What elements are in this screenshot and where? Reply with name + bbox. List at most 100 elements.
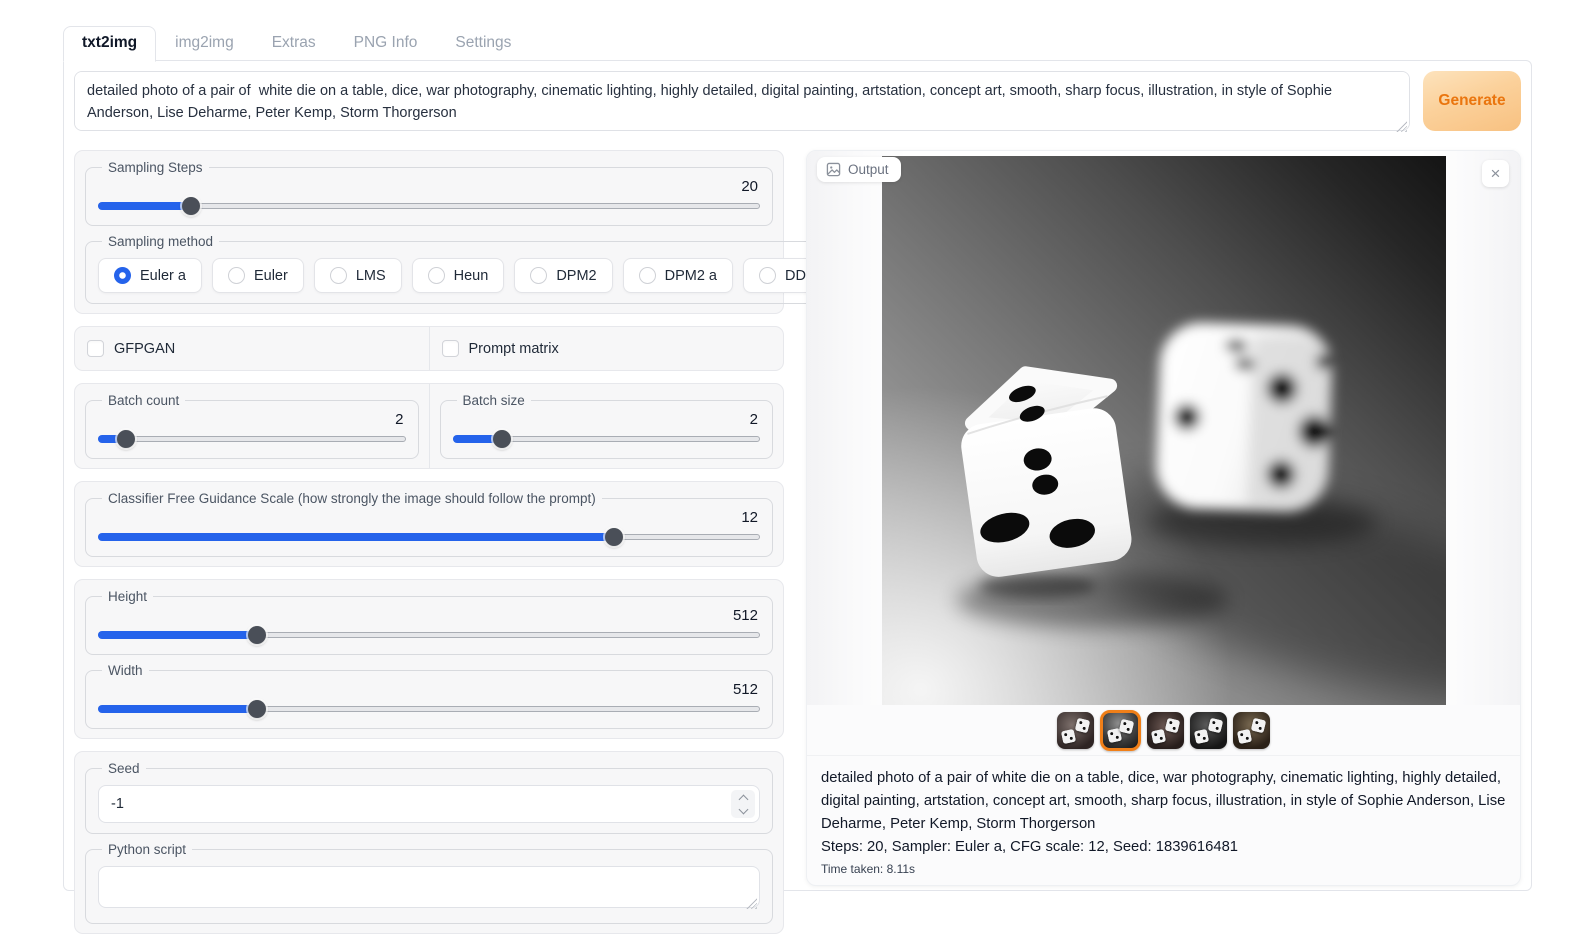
prompt-input[interactable]: detailed photo of a pair of white die on…: [74, 71, 1410, 131]
thumbnail-4[interactable]: [1190, 712, 1227, 749]
sampling-method-label: Sampling method: [102, 234, 219, 249]
thumbnail-3[interactable]: [1147, 712, 1184, 749]
python-script-input[interactable]: [98, 866, 760, 908]
batch-size-value: 2: [453, 411, 759, 428]
caption-prompt: detailed photo of a pair of white die on…: [821, 767, 1506, 836]
radio-icon: [759, 267, 776, 284]
python-script-group: Python script: [85, 842, 773, 924]
batch-size-group: Batch size 2: [440, 393, 774, 459]
height-label: Height: [102, 589, 153, 604]
tab-img2img[interactable]: img2img: [156, 26, 253, 61]
radio-label: LMS: [356, 268, 386, 284]
sampling-steps-group: Sampling Steps 20: [85, 160, 773, 226]
tab-png-info[interactable]: PNG Info: [335, 26, 437, 61]
slider-thumb[interactable]: [605, 528, 623, 546]
output-panel: Output ×: [806, 150, 1521, 886]
radio-label: Euler a: [140, 268, 186, 284]
slider-thumb[interactable]: [248, 700, 266, 718]
cfg-slider[interactable]: [98, 528, 760, 546]
generated-image-stage: [807, 151, 1520, 705]
toggles-panel: GFPGAN Prompt matrix: [74, 326, 784, 371]
slider-thumb[interactable]: [493, 430, 511, 448]
spinner-down-icon[interactable]: [738, 804, 748, 814]
slider-thumb[interactable]: [182, 197, 200, 215]
cfg-panel: Classifier Free Guidance Scale (how stro…: [74, 481, 784, 567]
generation-info: detailed photo of a pair of white die on…: [807, 755, 1520, 876]
batch-size-label: Batch size: [457, 393, 531, 408]
tab-txt2img[interactable]: txt2img: [63, 26, 156, 62]
batch-count-value: 2: [98, 411, 404, 428]
size-panel: Height 512 Width 512: [74, 579, 784, 739]
width-slider[interactable]: [98, 700, 760, 718]
sampling-steps-value: 20: [98, 178, 758, 195]
batch-size-slider[interactable]: [453, 430, 761, 448]
slider-thumb[interactable]: [117, 430, 135, 448]
radio-dpm2[interactable]: DPM2: [514, 258, 612, 293]
output-column: Output ×: [806, 150, 1521, 946]
radio-heun[interactable]: Heun: [412, 258, 505, 293]
radio-lms[interactable]: LMS: [314, 258, 402, 293]
radio-label: DPM2: [556, 268, 596, 284]
checkbox-label: Prompt matrix: [469, 341, 559, 357]
seed-label: Seed: [102, 761, 146, 776]
thumbnail-5[interactable]: [1233, 712, 1270, 749]
settings-column: Sampling Steps 20 Sampling method Euler …: [74, 150, 784, 946]
batch-count-group: Batch count 2: [85, 393, 419, 459]
checkbox-label: GFPGAN: [114, 341, 175, 357]
checkbox-icon: [87, 340, 104, 357]
radio-icon: [330, 267, 347, 284]
close-icon[interactable]: ×: [1482, 160, 1509, 187]
width-label: Width: [102, 663, 149, 678]
checkbox-icon: [442, 340, 459, 357]
sampling-steps-label: Sampling Steps: [102, 160, 209, 175]
radio-icon: [639, 267, 656, 284]
height-slider[interactable]: [98, 626, 760, 644]
radio-dpm2-a[interactable]: DPM2 a: [623, 258, 733, 293]
batch-count-slider[interactable]: [98, 430, 406, 448]
generate-button[interactable]: Generate: [1423, 71, 1521, 131]
radio-label: DPM2 a: [665, 268, 717, 284]
radio-icon: [530, 267, 547, 284]
thumbnail-gallery: [807, 705, 1520, 755]
prompt-row: detailed photo of a pair of white die on…: [74, 71, 1521, 136]
thumbnail-1[interactable]: [1057, 712, 1094, 749]
gfpgan-checkbox[interactable]: GFPGAN: [87, 340, 417, 357]
seed-script-panel: Seed Python script: [74, 751, 784, 934]
tab-bar: txt2img img2img Extras PNG Info Settings: [63, 26, 1532, 61]
spinner-up-icon[interactable]: [738, 794, 748, 804]
cfg-value: 12: [98, 509, 758, 526]
tab-extras[interactable]: Extras: [253, 26, 335, 61]
radio-label: Heun: [454, 268, 489, 284]
batch-panel: Batch count 2 Batch size 2: [74, 383, 784, 469]
cfg-group: Classifier Free Guidance Scale (how stro…: [85, 491, 773, 557]
thumbnail-2[interactable]: [1100, 710, 1141, 751]
seed-group: Seed: [85, 761, 773, 834]
caption-time: Time taken: 8.11s: [821, 862, 1506, 876]
radio-icon: [114, 267, 131, 284]
seed-input[interactable]: [98, 785, 760, 823]
caption-params: Steps: 20, Sampler: Euler a, CFG scale: …: [821, 836, 1506, 859]
slider-thumb[interactable]: [248, 626, 266, 644]
tab-content-frame: detailed photo of a pair of white die on…: [63, 60, 1532, 891]
batch-count-label: Batch count: [102, 393, 185, 408]
output-badge-label: Output: [848, 162, 889, 177]
number-spinner[interactable]: [731, 790, 755, 818]
tab-settings[interactable]: Settings: [436, 26, 530, 61]
radio-euler-a[interactable]: Euler a: [98, 258, 202, 293]
height-group: Height 512: [85, 589, 773, 655]
output-badge: Output: [817, 157, 901, 182]
sampling-steps-slider[interactable]: [98, 197, 760, 215]
cfg-label: Classifier Free Guidance Scale (how stro…: [102, 491, 602, 506]
python-script-label: Python script: [102, 842, 192, 857]
width-value: 512: [98, 681, 758, 698]
radio-icon: [228, 267, 245, 284]
radio-label: Euler: [254, 268, 288, 284]
generated-image-dice[interactable]: [882, 156, 1446, 705]
radio-euler[interactable]: Euler: [212, 258, 304, 293]
image-icon: [826, 162, 841, 177]
app-container: txt2img img2img Extras PNG Info Settings…: [63, 26, 1532, 891]
sampling-panel: Sampling Steps 20 Sampling method Euler …: [74, 150, 784, 314]
height-value: 512: [98, 607, 758, 624]
prompt-matrix-checkbox[interactable]: Prompt matrix: [442, 340, 772, 357]
width-group: Width 512: [85, 663, 773, 729]
